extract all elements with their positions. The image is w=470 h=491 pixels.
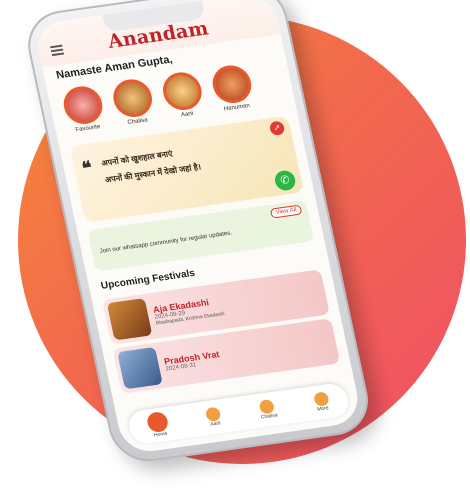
hamburger-menu-icon[interactable] bbox=[50, 43, 65, 58]
quote-icon: ❝ bbox=[80, 157, 94, 179]
nav-home[interactable]: Home bbox=[145, 410, 171, 439]
story-avatar bbox=[60, 83, 106, 127]
story-label: Hanuman bbox=[223, 102, 251, 113]
story-label: Aarti bbox=[180, 110, 195, 119]
festival-thumbnail bbox=[106, 297, 153, 341]
story-aarti[interactable]: Aarti bbox=[157, 69, 210, 121]
story-avatar bbox=[159, 69, 206, 113]
phone-frame: Anandam Namaste Aman Gupta, Favourite Ch… bbox=[21, 0, 375, 467]
nav-label: Aarti bbox=[209, 420, 222, 428]
story-favourite[interactable]: Favourite bbox=[57, 83, 110, 135]
nav-more[interactable]: More bbox=[312, 391, 331, 413]
nav-label: Chalisa bbox=[260, 412, 279, 421]
story-avatar bbox=[109, 76, 156, 120]
nav-label: Home bbox=[153, 430, 168, 439]
nav-chalisa[interactable]: Chalisa bbox=[257, 398, 279, 421]
whatsapp-icon[interactable]: ✆ bbox=[273, 169, 298, 192]
join-text: Join our whatsapp community for regular … bbox=[99, 230, 233, 255]
story-hanuman[interactable]: Hanuman bbox=[206, 62, 259, 114]
nav-label: More bbox=[316, 405, 330, 413]
story-label: Chalisa bbox=[127, 117, 149, 126]
nav-aarti[interactable]: Aarti bbox=[204, 406, 223, 428]
story-chalisa[interactable]: Chalisa bbox=[107, 76, 160, 128]
story-label: Favourite bbox=[74, 123, 102, 134]
festival-thumbnail bbox=[117, 346, 163, 390]
view-all-button[interactable]: View All bbox=[269, 204, 303, 219]
story-avatar bbox=[209, 62, 255, 106]
bottom-navigation: Home Aarti Chalisa More bbox=[125, 381, 352, 446]
app-screen: Anandam Namaste Aman Gupta, Favourite Ch… bbox=[33, 0, 363, 455]
